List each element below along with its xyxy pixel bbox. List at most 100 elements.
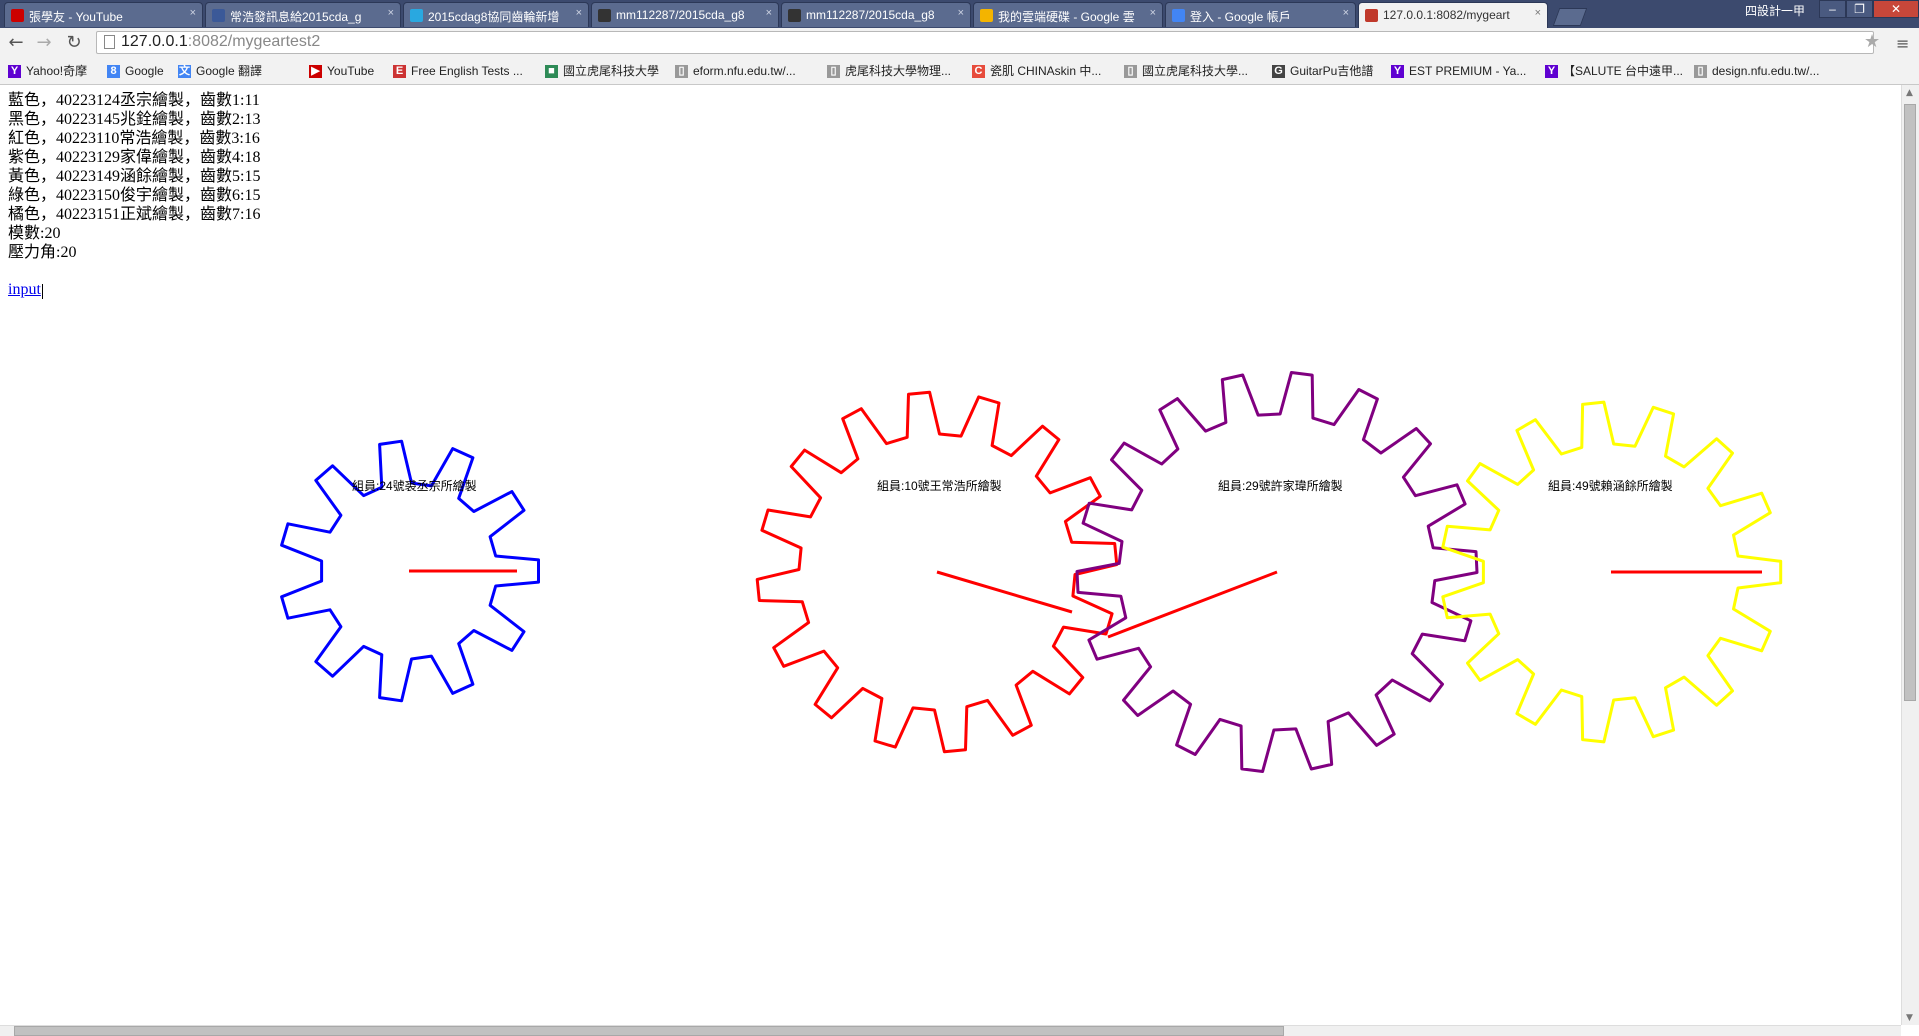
restore-button[interactable]: ❐ — [1846, 0, 1873, 18]
tab-close-icon[interactable]: × — [1343, 7, 1349, 19]
tab-favicon-icon — [788, 9, 801, 22]
tab-title: mm112287/2015cda_g8 — [806, 8, 935, 22]
minimize-button[interactable]: – — [1819, 0, 1846, 18]
tab-close-icon[interactable]: × — [766, 7, 772, 19]
tab-close-icon[interactable]: × — [1150, 7, 1156, 19]
bookmark-favicon-icon: ▯ — [675, 65, 688, 78]
reload-button[interactable]: ↻ — [62, 31, 86, 55]
bookmark-item[interactable]: 文 Google 翻譯 — [178, 62, 262, 81]
bookmark-favicon-icon: ▯ — [1124, 65, 1137, 78]
bookmark-label: GuitarPu吉他譜 — [1290, 64, 1374, 78]
window-user-name: 四設計一甲 — [1745, 4, 1806, 18]
bookmark-item[interactable]: C 瓷肌 CHINAskin 中... — [972, 62, 1101, 81]
bookmark-item[interactable]: Y 【SALUTE 台中遠甲... — [1545, 62, 1683, 81]
menu-icon[interactable]: ≡ — [1896, 34, 1909, 53]
gear-radius-line — [1107, 570, 1278, 639]
bookmark-item[interactable]: Y Yahoo!奇摩 — [8, 62, 87, 81]
tab-close-icon[interactable]: × — [576, 7, 582, 19]
url-path: :8082/mygeartest2 — [187, 33, 321, 50]
page-icon — [104, 35, 115, 49]
tab-favicon-icon — [1172, 9, 1185, 22]
tab-favicon-icon — [212, 9, 225, 22]
bookmark-label: 國立虎尾科技大學... — [1142, 64, 1249, 78]
horizontal-scroll-thumb[interactable] — [14, 1026, 1284, 1036]
bookmark-item[interactable]: G GuitarPu吉他譜 — [1272, 62, 1373, 81]
gear-label: 組員:49號賴涵餘所繪製 — [1548, 478, 1673, 493]
bookmark-star-icon[interactable]: ★ — [1864, 31, 1880, 52]
tab-close-icon[interactable]: × — [388, 7, 394, 19]
bookmark-label: 國立虎尾科技大學 — [563, 64, 660, 78]
bookmark-label: Free English Tests ... — [411, 64, 523, 78]
bookmark-label: design.nfu.edu.tw/... — [1712, 64, 1820, 78]
bookmark-label: EST PREMIUM - Ya... — [1409, 64, 1527, 78]
vertical-scroll-thumb[interactable] — [1904, 104, 1916, 701]
address-bar[interactable] — [96, 31, 1874, 54]
browser-tab[interactable]: mm112287/2015cda_g8 × — [781, 2, 971, 27]
bookmark-favicon-icon: Y — [1545, 65, 1558, 78]
tab-close-icon[interactable]: × — [1535, 7, 1541, 19]
bookmark-favicon-icon: Y — [1391, 65, 1404, 78]
bookmark-label: Google 翻譯 — [196, 64, 263, 78]
back-button[interactable]: ← — [4, 31, 28, 55]
bookmark-label: eform.nfu.edu.tw/... — [693, 64, 796, 78]
bookmark-label: 瓷肌 CHINAskin 中... — [990, 64, 1102, 78]
bookmark-favicon-icon: 8 — [107, 65, 120, 78]
bookmark-favicon-icon: 文 — [178, 65, 191, 78]
bookmark-label: YouTube — [327, 64, 375, 78]
close-window-button[interactable]: ✕ — [1873, 0, 1919, 18]
gear-label: 組員:29號許家瑋所繪製 — [1218, 478, 1343, 493]
bookmark-label: 虎尾科技大學物理... — [845, 64, 952, 78]
bookmark-favicon-icon: ▯ — [827, 65, 840, 78]
forward-button[interactable]: → — [32, 31, 56, 55]
bookmark-item[interactable]: E Free English Tests ... — [393, 62, 523, 81]
gear-canvas: 組員:24號裘丞宗所繪製 組員:10號王常浩所繪製 組員:29號許家瑋所繪製 組員:4… — [280, 371, 1783, 773]
tab-title: 我的雲端硬碟 - Google 雲 — [998, 10, 1135, 24]
tab-title: 常浩發訊息給2015cda_g — [230, 10, 362, 24]
page-content: 藍色，40223124丞宗繪製，齒數1:11 黑色，40223145兆銓繪製，齒數… — [0, 85, 1901, 1025]
browser-tab[interactable]: 登入 - Google 帳戶 × — [1165, 2, 1356, 27]
tab-title: 登入 - Google 帳戶 — [1190, 10, 1291, 24]
browser-tab[interactable]: 張學友 - YouTube × — [4, 2, 203, 27]
browser-tab[interactable]: 常浩發訊息給2015cda_g × — [205, 2, 401, 27]
browser-tab[interactable]: 我的雲端硬碟 - Google 雲 × — [973, 2, 1163, 27]
tab-favicon-icon — [410, 9, 423, 22]
bookmark-label: Yahoo!奇摩 — [26, 64, 88, 78]
tab-close-icon[interactable]: × — [958, 7, 964, 19]
gear-radius-line — [936, 570, 1073, 614]
bookmark-item[interactable]: ▯ eform.nfu.edu.tw/... — [675, 62, 796, 81]
tab-close-icon[interactable]: × — [190, 7, 196, 19]
bookmark-item[interactable]: ■ 國立虎尾科技大學 — [545, 62, 659, 81]
bookmark-favicon-icon: ▯ — [1694, 65, 1707, 78]
tab-title: 2015cdag8協同齒輪新增 — [428, 10, 560, 24]
bookmark-favicon-icon: G — [1272, 65, 1285, 78]
bookmark-favicon-icon: E — [393, 65, 406, 78]
browser-tab[interactable]: 127.0.0.1:8082/mygeart × — [1358, 2, 1548, 28]
arrow-right-icon: → — [36, 32, 52, 53]
browser-tab[interactable]: 2015cdag8協同齒輪新增 × — [403, 2, 589, 27]
scroll-up-icon[interactable]: ▲ — [1906, 88, 1913, 98]
bookmark-item[interactable]: ▯ 國立虎尾科技大學... — [1124, 62, 1248, 81]
gear-label: 組員:10號王常浩所繪製 — [877, 478, 1002, 493]
tab-favicon-icon — [598, 9, 611, 22]
bookmark-item[interactable]: ▯ design.nfu.edu.tw/... — [1694, 62, 1819, 81]
tab-favicon-icon — [11, 9, 24, 22]
bookmark-label: Google — [125, 64, 164, 78]
tab-favicon-icon — [980, 9, 993, 22]
tab-title: 127.0.0.1:8082/mygeart — [1383, 8, 1510, 22]
bookmark-favicon-icon: ■ — [545, 65, 558, 78]
tab-title: 張學友 - YouTube — [29, 10, 123, 24]
scroll-down-icon[interactable]: ▼ — [1906, 1013, 1913, 1023]
bookmark-favicon-icon: C — [972, 65, 985, 78]
bookmark-favicon-icon: Y — [8, 65, 21, 78]
bookmark-item[interactable]: 8 Google — [107, 62, 164, 81]
gear-label: 組員:24號裘丞宗所繪製 — [352, 478, 477, 493]
bookmark-favicon-icon: ▶ — [309, 65, 322, 78]
bookmark-item[interactable]: Y EST PREMIUM - Ya... — [1391, 62, 1526, 81]
browser-tab[interactable]: mm112287/2015cda_g8 × — [591, 2, 779, 27]
url-text[interactable]: 127.0.0.1:8082/mygeartest2 — [121, 33, 320, 51]
tab-favicon-icon — [1365, 9, 1378, 22]
bookmark-label: 【SALUTE 台中遠甲... — [1563, 64, 1684, 78]
arrow-left-icon: ← — [8, 32, 24, 53]
bookmark-item[interactable]: ▯ 虎尾科技大學物理... — [827, 62, 951, 81]
bookmark-item[interactable]: ▶ YouTube — [309, 62, 374, 81]
